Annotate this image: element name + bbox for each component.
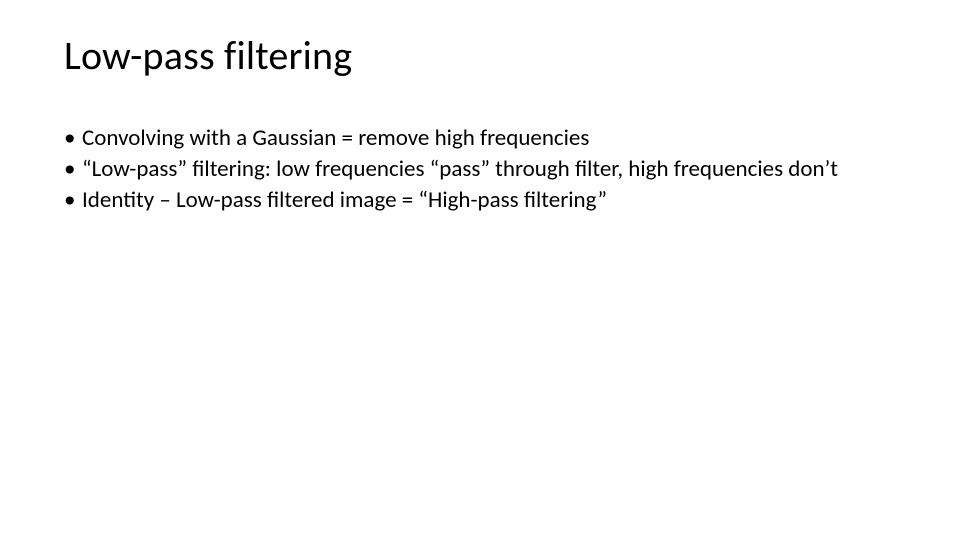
list-item: Convolving with a Gaussian = remove high… <box>64 124 896 153</box>
list-item: “Low-pass” filtering: low frequencies “p… <box>64 155 896 184</box>
slide: Low-pass filtering Convolving with a Gau… <box>0 0 960 540</box>
bullet-text: Convolving with a Gaussian = remove high… <box>82 124 896 153</box>
bullet-list: Convolving with a Gaussian = remove high… <box>64 124 896 214</box>
bullet-text: “Low-pass” filtering: low frequencies “p… <box>82 155 896 184</box>
bullet-text: Identity – Low-pass filtered image = “Hi… <box>82 186 896 215</box>
list-item: Identity – Low-pass filtered image = “Hi… <box>64 186 896 215</box>
slide-title: Low-pass filtering <box>64 34 896 78</box>
